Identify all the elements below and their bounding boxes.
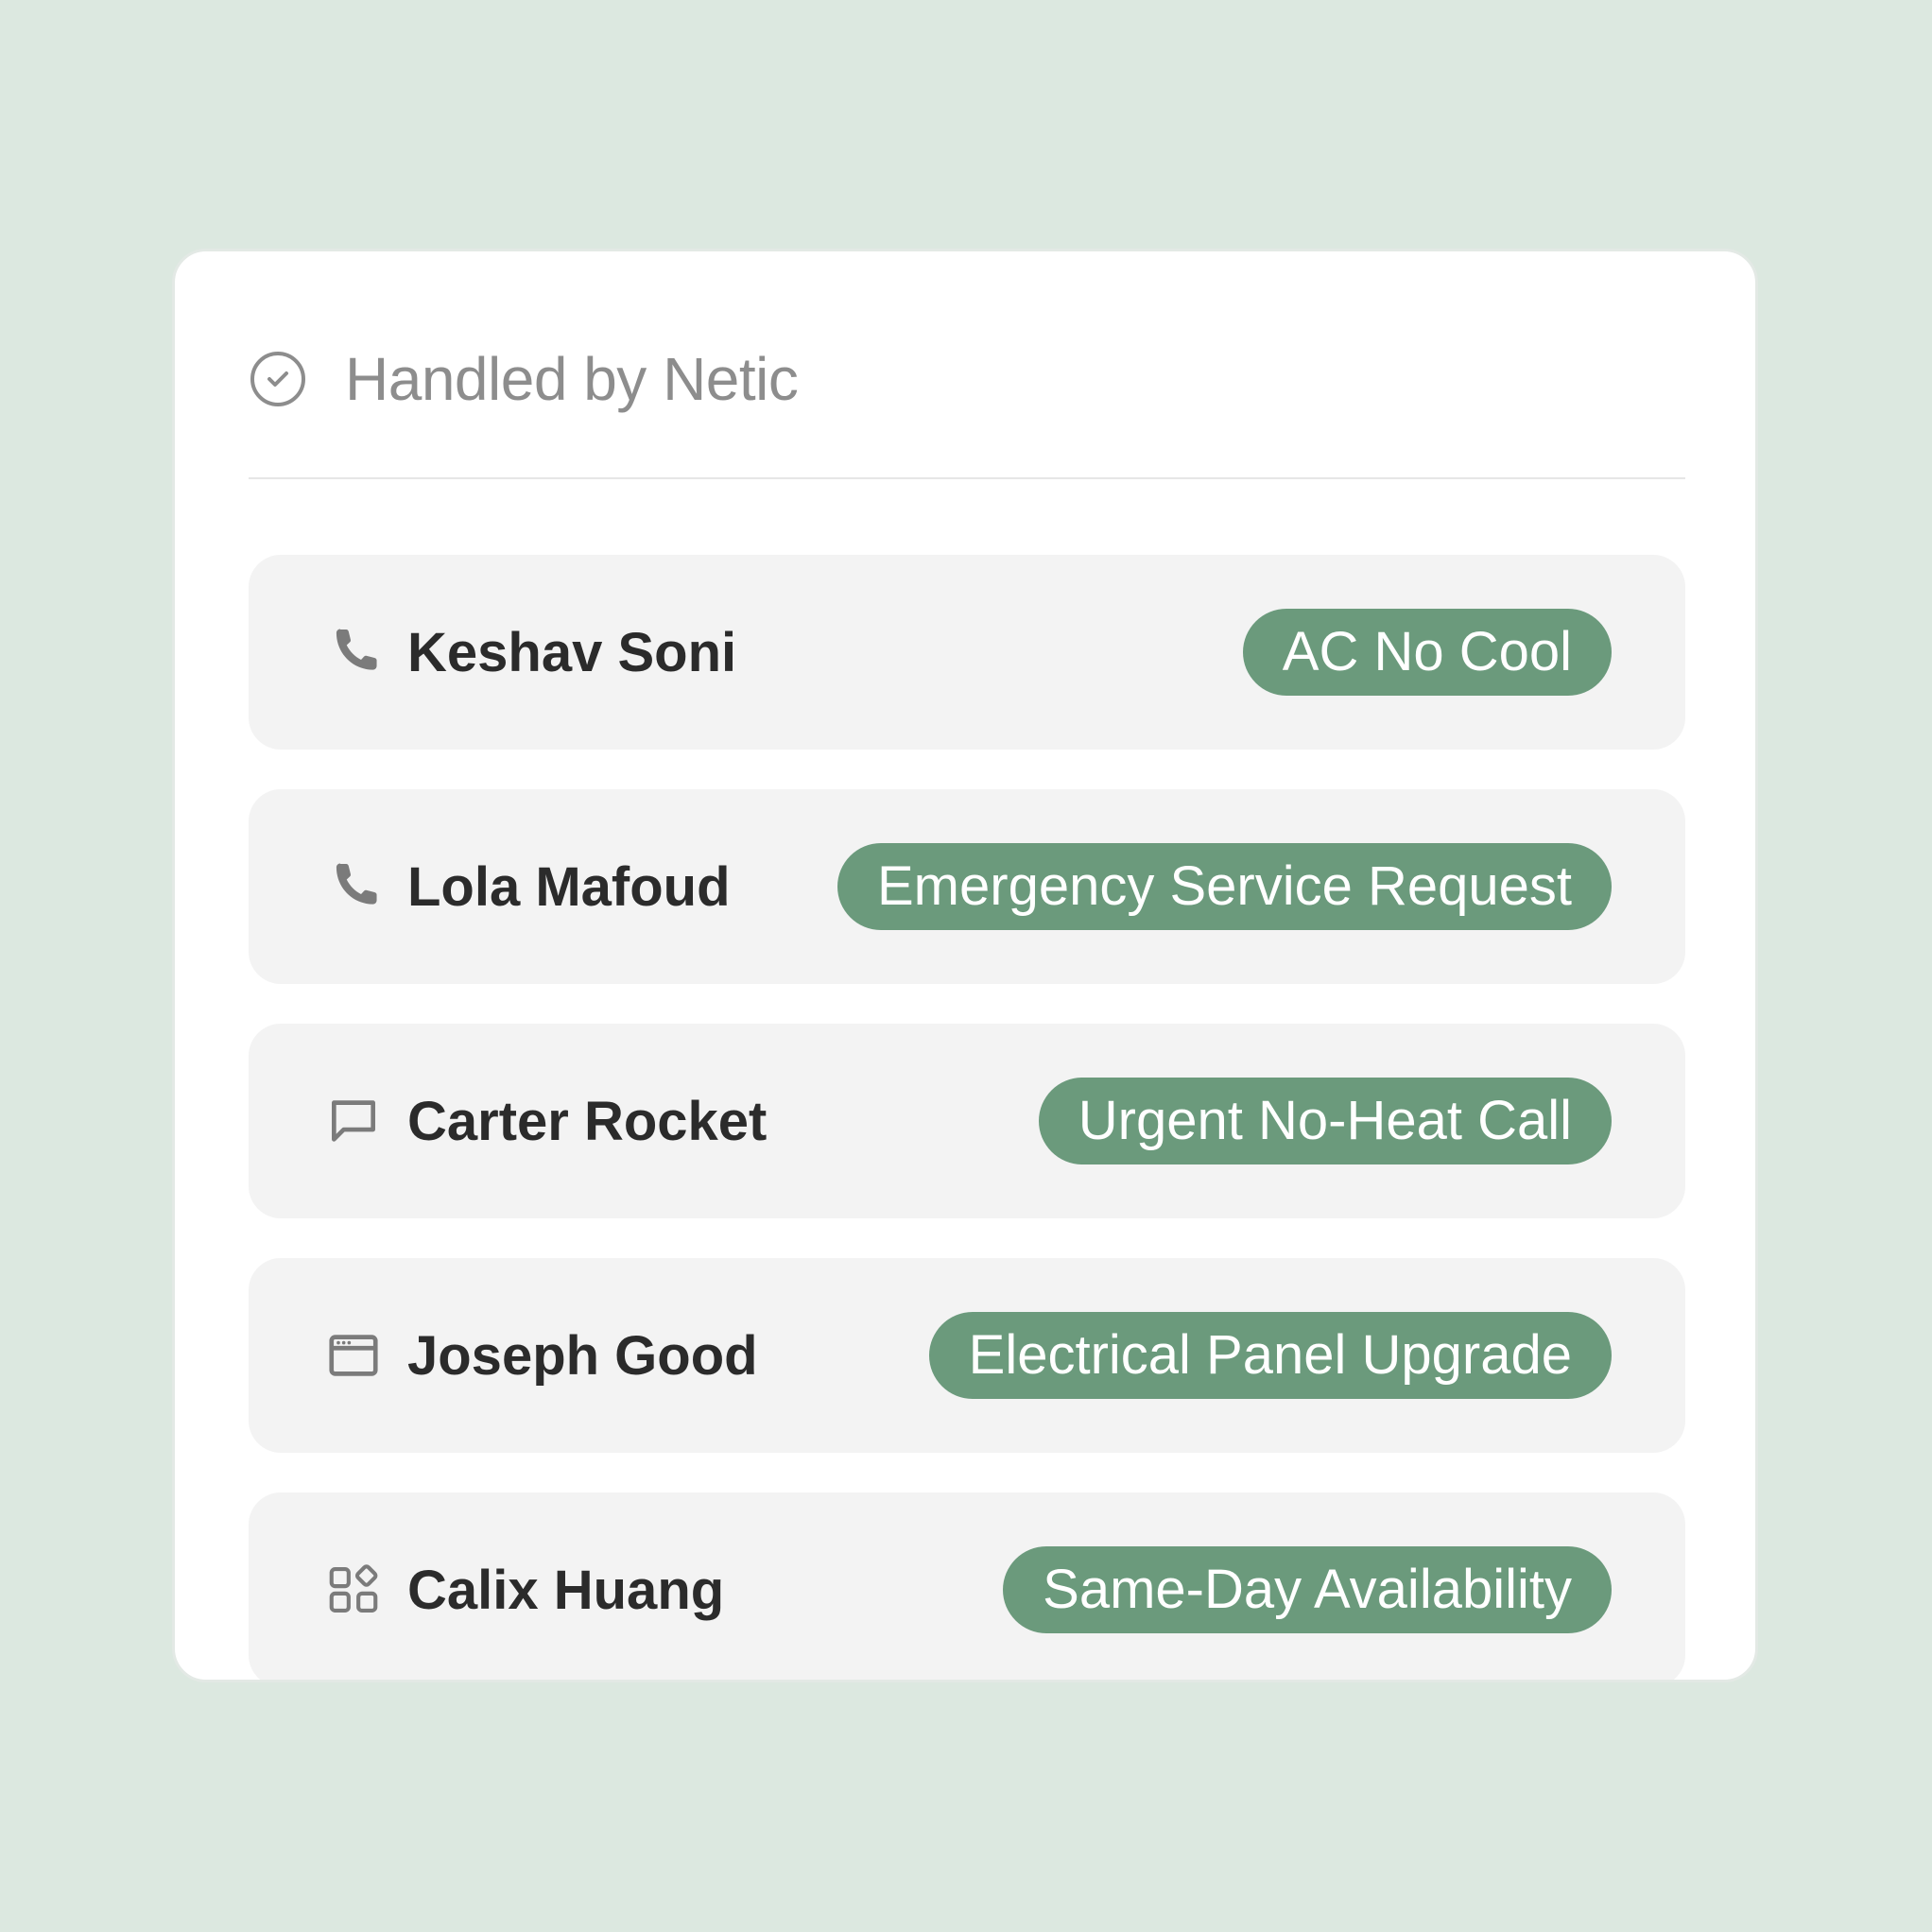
apps-grid-icon [324, 1561, 383, 1619]
page-background: Handled by Netic Keshav Soni AC No Cool [0, 0, 1932, 1932]
contact-name: Joseph Good [407, 1324, 758, 1387]
conversation-list: Keshav Soni AC No Cool Lola Mafoud Emerg… [249, 555, 1685, 1680]
check-circle-icon [249, 350, 307, 408]
header-divider [249, 477, 1685, 479]
handled-card: Handled by Netic Keshav Soni AC No Cool [172, 249, 1758, 1682]
list-item[interactable]: Carter Rocket Urgent No-Heat Call [249, 1024, 1685, 1218]
list-item[interactable]: Lola Mafoud Emergency Service Request [249, 789, 1685, 984]
list-item[interactable]: Calix Huang Same-Day Availability [249, 1492, 1685, 1680]
status-badge: Emergency Service Request [837, 843, 1612, 930]
contact-name: Keshav Soni [407, 621, 737, 683]
status-badge: AC No Cool [1242, 609, 1612, 696]
contact-name: Carter Rocket [407, 1090, 768, 1152]
contact-name: Calix Huang [407, 1559, 725, 1621]
status-badge: Electrical Panel Upgrade [928, 1312, 1612, 1399]
chat-bubble-icon [324, 1092, 383, 1150]
contact-name: Lola Mafoud [407, 855, 731, 918]
status-badge: Same-Day Availability [1003, 1546, 1612, 1633]
list-item[interactable]: Joseph Good Electrical Panel Upgrade [249, 1258, 1685, 1453]
phone-icon [324, 857, 383, 916]
card-title: Handled by Netic [345, 345, 799, 413]
phone-icon [324, 623, 383, 681]
status-badge: Urgent No-Heat Call [1038, 1078, 1612, 1164]
browser-window-icon [324, 1326, 383, 1385]
list-item[interactable]: Keshav Soni AC No Cool [249, 555, 1685, 750]
card-header: Handled by Netic [249, 329, 799, 429]
